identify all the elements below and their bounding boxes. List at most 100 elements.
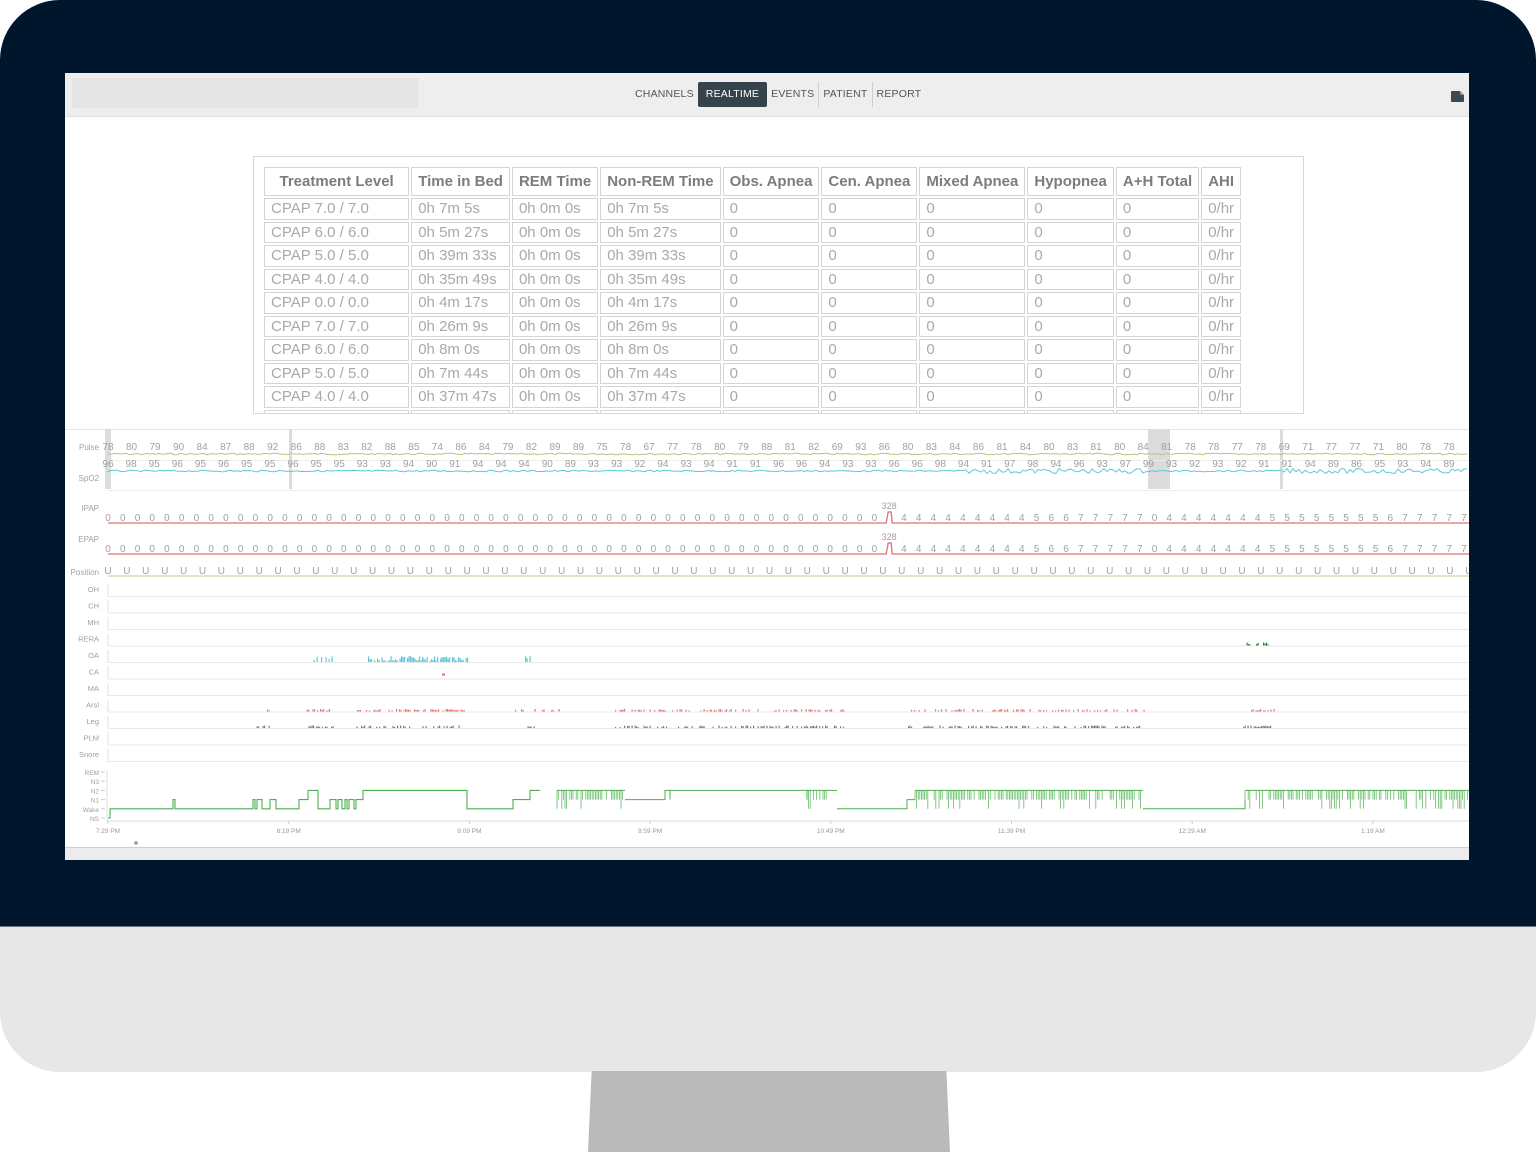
arousal-event bbox=[522, 709, 524, 712]
position-value: U bbox=[728, 566, 735, 577]
leg-event bbox=[763, 725, 765, 728]
hypnogram-stage-label: NS bbox=[90, 816, 100, 823]
leg-event bbox=[409, 726, 411, 728]
table-cell: CPAP 5.0 / 5.0 bbox=[264, 362, 410, 384]
table-cell: 0 bbox=[919, 245, 1026, 267]
table-cell: 0 bbox=[722, 292, 820, 314]
epap-value: 0 bbox=[415, 544, 421, 555]
ipap-value: 4 bbox=[1255, 513, 1261, 524]
leg-event bbox=[619, 726, 621, 728]
leg-event bbox=[458, 725, 460, 728]
treatment-table-container[interactable]: Treatment Level Time in Bed REM Time Non-RE… bbox=[253, 156, 1304, 414]
leg-event bbox=[972, 725, 974, 728]
arousal-event bbox=[323, 709, 325, 712]
epap-value: 328 bbox=[882, 532, 897, 542]
arousal-event bbox=[357, 709, 359, 712]
arousal-event bbox=[805, 709, 807, 712]
tab-report[interactable]: REPORT bbox=[873, 82, 926, 107]
oa-event bbox=[381, 657, 383, 662]
tab-events[interactable]: EVENTS bbox=[767, 82, 820, 107]
ipap-value: 4 bbox=[990, 513, 996, 524]
table-cell: 0 bbox=[821, 339, 918, 361]
leg-event bbox=[951, 726, 953, 728]
pulse-value: 84 bbox=[197, 442, 209, 453]
leg-event bbox=[1091, 725, 1093, 728]
epap-value: 6 bbox=[1388, 544, 1394, 555]
epap-value: 4 bbox=[1004, 544, 1010, 555]
position-value: U bbox=[841, 566, 848, 577]
column-header[interactable]: Hypopnea bbox=[1027, 167, 1114, 196]
arousal-event bbox=[783, 710, 785, 712]
leg-event bbox=[678, 726, 680, 728]
leg-event bbox=[451, 726, 453, 728]
spo2-value: 96 bbox=[1074, 459, 1086, 470]
arousal-event bbox=[375, 710, 377, 712]
leg-event bbox=[757, 726, 759, 728]
epap-value: 0 bbox=[120, 544, 126, 555]
arousal-event bbox=[417, 709, 419, 712]
arousal-event bbox=[935, 709, 937, 712]
leg-event bbox=[615, 726, 617, 728]
rera-event bbox=[1246, 642, 1248, 646]
epap-value: 7 bbox=[1402, 544, 1408, 555]
arousal-event bbox=[1267, 710, 1269, 712]
arousal-event bbox=[415, 709, 417, 712]
ipap-value: 4 bbox=[975, 513, 981, 524]
ipap-value: 7 bbox=[1446, 513, 1452, 524]
column-header[interactable]: Treatment Level bbox=[264, 167, 410, 196]
arousal-event bbox=[817, 709, 819, 712]
horizontal-scrollbar[interactable] bbox=[65, 847, 1469, 860]
epap-value: 4 bbox=[990, 544, 996, 555]
event-row-label: PLM bbox=[84, 734, 99, 743]
table-row: CPAP 5.0 / 5.0 0h 7m 44s 0h 0m 0s 0h 7m 44s… bbox=[264, 362, 1242, 384]
leg-event bbox=[646, 726, 648, 728]
tab-channels[interactable]: CHANNELS bbox=[631, 82, 698, 107]
arousal-event bbox=[515, 709, 517, 712]
column-header[interactable]: A+H Total bbox=[1115, 167, 1200, 196]
spo2-value: 90 bbox=[426, 459, 438, 470]
hypnogram-stage-label: N2 bbox=[91, 788, 100, 795]
column-header[interactable]: REM Time bbox=[511, 167, 599, 196]
table-cell: CPAP 5.0 / 5.0 bbox=[264, 245, 410, 267]
table-row: CPAP 4.0 / 4.0 0h 37m 47s 0h 0m 0s 0h 37m 4… bbox=[264, 386, 1242, 408]
ipap-value: 0 bbox=[621, 513, 627, 524]
leg-event bbox=[825, 725, 827, 728]
column-header[interactable]: Time in Bed bbox=[411, 167, 510, 196]
arousal-event bbox=[1255, 710, 1257, 712]
arousal-event bbox=[757, 709, 759, 712]
arousal-event bbox=[1252, 709, 1254, 712]
arousal-event bbox=[841, 709, 843, 712]
epap-value: 0 bbox=[149, 544, 155, 555]
leg-event bbox=[319, 726, 321, 728]
table-cell: 0h 1m 0s bbox=[600, 409, 721, 413]
column-header[interactable]: Non-REM Time bbox=[600, 167, 721, 196]
hypnogram-stage-label: N1 bbox=[91, 798, 100, 805]
pulse-value: 82 bbox=[361, 442, 373, 453]
column-header[interactable]: Mixed Apnea bbox=[919, 167, 1026, 196]
leg-event bbox=[1262, 725, 1264, 728]
leg-event bbox=[786, 725, 788, 728]
oa-event bbox=[401, 656, 403, 662]
table-row: CPAP 7.0 / 7.0 0h 26m 9s 0h 0m 0s 0h 26m 9s… bbox=[264, 315, 1242, 337]
arousal-event bbox=[451, 709, 453, 712]
document-icon[interactable] bbox=[1451, 91, 1464, 102]
table-cell: 0 bbox=[1115, 198, 1200, 220]
arousal-event bbox=[542, 709, 544, 712]
column-header[interactable]: AHI bbox=[1201, 167, 1242, 196]
leg-event bbox=[1136, 726, 1138, 728]
realtime-tracks[interactable]: Pulse 78 80 79 90 84 87 88 92 86 88 83 82 88 85 74 86 84 7… bbox=[65, 429, 1469, 847]
leg-event bbox=[703, 726, 705, 728]
oa-event bbox=[425, 660, 427, 662]
ipap-value: 5 bbox=[1284, 513, 1290, 524]
leg-event bbox=[1088, 726, 1090, 728]
pulse-value: 86 bbox=[973, 442, 985, 453]
column-header[interactable]: Cen. Apnea bbox=[821, 167, 918, 196]
table-cell: 0 bbox=[722, 409, 820, 413]
tab-realtime[interactable]: REALTIME bbox=[697, 82, 768, 107]
column-header[interactable]: Obs. Apnea bbox=[722, 167, 820, 196]
ipap-value: 7 bbox=[1137, 513, 1143, 524]
table-cell: 0h 0m 0s bbox=[511, 221, 599, 243]
leg-event bbox=[1258, 726, 1260, 728]
tab-patient[interactable]: PATIENT bbox=[819, 82, 873, 107]
search-field[interactable] bbox=[72, 78, 418, 108]
